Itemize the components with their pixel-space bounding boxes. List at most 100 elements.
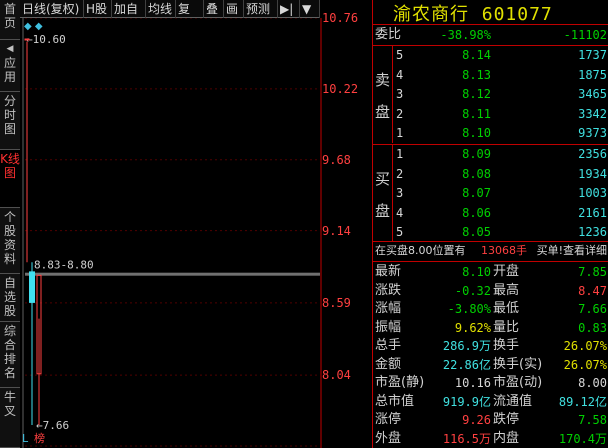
sell-row[interactable]: 5 8.14 1737 (373, 46, 608, 64)
stat-label: 量比 (493, 319, 520, 335)
notice-text: 在买盘8.00位置有 (375, 244, 466, 257)
stats-row: 最新 8.10 开盘 7.85 (373, 263, 608, 281)
order-notice[interactable]: 在买盘8.00位置有 13068手 买单!查看详细 (373, 242, 608, 260)
buy-volume: 1934 (578, 166, 607, 181)
stat-label: 总市值 (375, 393, 415, 409)
toolbar-item-6[interactable]: 画 (224, 0, 244, 18)
stat-value: 919.9亿 (442, 394, 491, 409)
buy-price: 8.06 (462, 205, 491, 220)
sell-volume: 1737 (578, 48, 607, 62)
stats-row: 市盈(静) 10.16 市盈(动) 8.00 (373, 374, 608, 392)
buy-volume: 1236 (578, 225, 607, 240)
buy-row[interactable]: 2 8.08 1934 (373, 165, 608, 183)
toolbar-item-0[interactable]: 日线(复权) (20, 0, 84, 18)
stats-row: 涨停 9.26 跌停 7.58 (373, 411, 608, 429)
sidebar-tab-7[interactable]: 牛叉 (0, 388, 20, 448)
sell-price: 8.14 (462, 48, 491, 62)
stats-row: 振幅 9.62% 量比 0.83 (373, 319, 608, 337)
stock-code: 601077 (481, 4, 553, 25)
stat-value: 89.12亿 (558, 394, 607, 409)
sidebar-tab-5[interactable]: 自选股 (0, 274, 20, 322)
buy-price: 8.08 (462, 166, 491, 181)
stock-name: 渝农商行 (393, 4, 469, 25)
stat-label: 市盈(动) (493, 375, 543, 390)
stat-value: 116.5万 (442, 431, 491, 446)
sell-level: 3 (396, 87, 404, 102)
sidebar-tab-3[interactable]: K线图 (0, 150, 20, 208)
sell-row[interactable]: 4 8.13 1875 (373, 66, 608, 84)
buy-row[interactable]: 1 8.09 2356 (373, 145, 608, 163)
stat-value: 22.86亿 (442, 357, 491, 372)
toolbar-item-5[interactable]: 叠 (204, 0, 224, 18)
high-label: ←10.60 (26, 33, 66, 46)
stat-value: 9.62% (454, 320, 491, 335)
notice-link[interactable]: 买单!查看详细 (537, 242, 607, 260)
chart-toolbar: 日线(复权)H股加自选均线复权叠画预测▶|▼ (20, 0, 320, 34)
axis-tick-4: 8.59 (322, 295, 351, 310)
stats-row: 涨幅 -3.80% 最低 7.66 (373, 300, 608, 318)
stat-label: 外盘 (375, 430, 402, 446)
stock-title[interactable]: 渝农商行 601077 (393, 0, 553, 26)
stats-row: 金额 22.86亿 换手(实) 26.07% (373, 356, 608, 374)
sidebar-tab-label: 首页 (3, 2, 16, 30)
toolbar-item-2[interactable]: 加自选 (112, 0, 146, 34)
quote-panel: 渝农商行 601077 委比 -38.98% -11102 卖 盘 5 8.14 17… (372, 0, 608, 448)
sidebar-tab-0[interactable]: 首页 (0, 0, 20, 40)
arrow-icon: ◀ (6, 44, 14, 54)
stat-label: 内盘 (493, 430, 520, 446)
buy-level: 5 (396, 225, 404, 240)
stats-row: 总手 286.9万 换手 26.07% (373, 337, 608, 355)
sidebar-tab-1[interactable]: ◀ 应用 (0, 40, 20, 92)
sidebar-tab-6[interactable]: 综合排名 (0, 322, 20, 388)
stat-value: 8.10 (462, 265, 491, 279)
sell-row[interactable]: 3 8.12 3465 (373, 85, 608, 103)
sell-row[interactable]: 1 8.10 9373 (373, 124, 608, 142)
kline-chart[interactable]: ◆ ◆←10.60 8.83-8.80 ←7.66 L 榜 (20, 18, 322, 448)
sidebar-tab-label: K线图 (0, 152, 20, 180)
buy-level: 2 (396, 166, 404, 181)
sidebar-tab-2[interactable]: 分时图 (0, 92, 20, 150)
chart-bg (20, 18, 322, 448)
sidebar-tab-label: 个股资料 (3, 210, 16, 266)
toolbar-item-9[interactable]: ▼ (300, 0, 320, 18)
toolbar-item-8[interactable]: ▶| (278, 0, 300, 18)
stat-label: 涨停 (375, 412, 402, 427)
weibi-diff: -11102 (563, 28, 607, 42)
toolbar-item-3[interactable]: 均线 (146, 0, 176, 18)
sell-price: 8.11 (462, 106, 491, 121)
sidebar-tab-4[interactable]: 个股资料 (0, 208, 20, 274)
sell-volume: 1875 (578, 67, 607, 82)
stat-label: 换手 (493, 338, 520, 353)
price-axis: 10.7610.229.689.148.598.047.50 (322, 0, 372, 448)
stat-value: 7.58 (578, 413, 607, 427)
buy-volume: 2356 (578, 147, 607, 161)
buy-volume: 2161 (578, 205, 607, 220)
weibi-pct: -38.98% (440, 28, 491, 42)
stat-label: 跌停 (493, 412, 520, 427)
stat-label: 涨幅 (375, 301, 402, 316)
toolbar-item-4[interactable]: 复权 (176, 0, 204, 34)
low-label: ←7.66 (36, 419, 69, 432)
toolbar-item-7[interactable]: 预测 (244, 0, 278, 18)
stat-label: 换手(实) (493, 356, 543, 372)
buy-row[interactable]: 4 8.06 2161 (373, 204, 608, 222)
buy-row[interactable]: 3 8.07 1003 (373, 184, 608, 202)
bottom-l-label: L (22, 432, 29, 445)
candle-body (24, 38, 30, 41)
sell-volume: 3342 (578, 106, 607, 121)
sell-volume: 3465 (578, 87, 607, 102)
sell-level: 4 (396, 67, 404, 82)
sell-price: 8.13 (462, 67, 491, 82)
buy-row[interactable]: 5 8.05 1236 (373, 223, 608, 241)
sidebar-tab-label: 自选股 (3, 276, 16, 318)
axis-tick-2: 9.68 (322, 152, 351, 167)
toolbar-item-1[interactable]: H股 (84, 0, 112, 18)
weibi-label: 委比 (375, 27, 402, 42)
notice-volume: 13068手 (481, 244, 527, 257)
stat-value: 0.83 (578, 320, 607, 335)
sidebar-tab-label: 综合排名 (3, 324, 16, 380)
sell-price: 8.12 (462, 87, 491, 102)
diamond-icons: ◆ ◆ (24, 21, 43, 32)
stat-label: 市盈(静) (375, 375, 425, 390)
sell-row[interactable]: 2 8.11 3342 (373, 105, 608, 123)
